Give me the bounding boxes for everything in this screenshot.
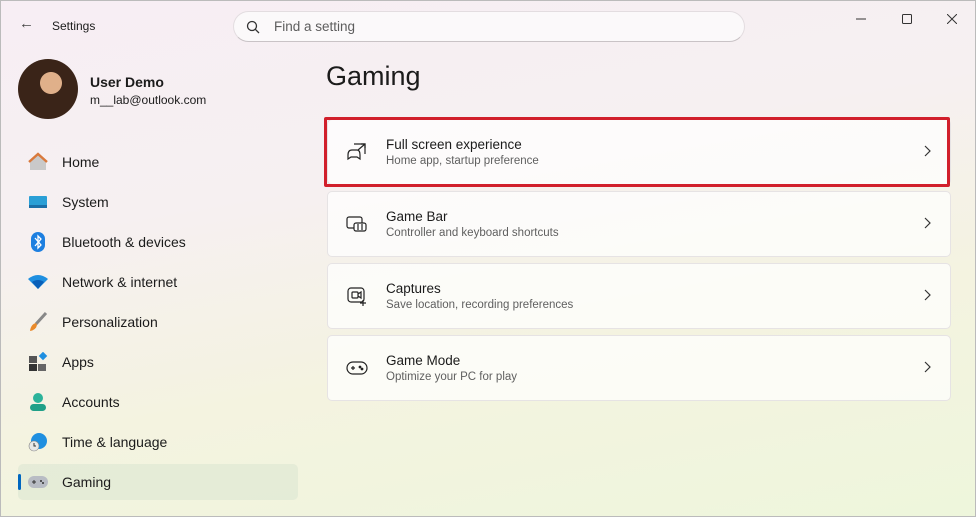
sidebar-item-bluetooth[interactable]: Bluetooth & devices [18,224,298,260]
card-subtitle: Optimize your PC for play [386,371,518,383]
card-game-mode[interactable]: Game Mode Optimize your PC for play [327,335,951,401]
apps-icon [28,352,48,372]
user-name: User Demo [90,74,164,90]
sidebar-item-network[interactable]: Network & internet [18,264,298,300]
card-captures[interactable]: Captures Save location, recording prefere… [327,263,951,329]
search-input[interactable]: Find a setting [274,19,355,34]
search-icon [246,20,260,33]
sidebar-item-label: Bluetooth & devices [62,234,186,250]
card-subtitle: Save location, recording preferences [386,299,574,311]
capture-icon [328,286,386,306]
window-title: Settings [52,19,96,33]
minimize-button[interactable] [850,9,872,29]
search-box[interactable]: Find a setting [233,11,745,42]
avatar[interactable] [18,59,78,119]
sidebar-item-accounts[interactable]: Accounts [18,384,298,420]
card-title: Game Bar [386,209,448,224]
brush-icon [28,312,48,332]
card-title: Game Mode [386,353,461,368]
sidebar-item-label: Personalization [62,314,158,330]
chevron-right-icon [924,360,932,378]
chevron-right-icon [924,216,932,234]
card-subtitle: Controller and keyboard shortcuts [386,227,559,239]
card-subtitle: Home app, startup preference [386,155,539,167]
card-full-screen-experience[interactable]: Full screen experience Home app, startup … [327,119,951,185]
gamepad-icon [28,472,48,492]
game-bar-icon [328,215,386,233]
card-title: Full screen experience [386,137,522,152]
sidebar-item-system[interactable]: System [18,184,298,220]
back-button[interactable]: ← [19,15,34,32]
game-mode-icon [328,360,386,376]
card-title: Captures [386,281,441,296]
card-game-bar[interactable]: Game Bar Controller and keyboard shortcut… [327,191,951,257]
chevron-right-icon [924,288,932,306]
sidebar-item-label: Home [62,154,100,170]
sidebar-item-time-language[interactable]: Time & language [18,424,298,460]
system-icon [28,192,48,212]
sidebar-item-gaming[interactable]: Gaming [18,464,298,500]
sidebar-item-label: Time & language [62,434,168,450]
sidebar-nav: Home System Bluetooth & devices Network … [18,144,298,504]
globe-clock-icon [28,432,48,452]
maximize-button[interactable] [896,9,918,29]
sidebar-item-apps[interactable]: Apps [18,344,298,380]
sidebar-item-label: Apps [62,354,94,370]
sidebar-item-label: Accounts [62,394,120,410]
page-title: Gaming [326,61,421,91]
home-icon [28,152,48,172]
close-button[interactable] [941,9,963,29]
account-icon [28,392,48,412]
user-email: m__lab@outlook.com [90,93,207,107]
sidebar-item-personalization[interactable]: Personalization [18,304,298,340]
fullscreen-gamepad-icon [328,142,386,162]
sidebar-item-home[interactable]: Home [18,144,298,180]
bluetooth-icon [28,232,48,252]
wifi-icon [28,272,48,292]
chevron-right-icon [924,144,932,162]
sidebar-item-label: Network & internet [62,274,178,290]
sidebar-item-label: Gaming [62,474,112,490]
sidebar-item-label: System [62,194,109,210]
